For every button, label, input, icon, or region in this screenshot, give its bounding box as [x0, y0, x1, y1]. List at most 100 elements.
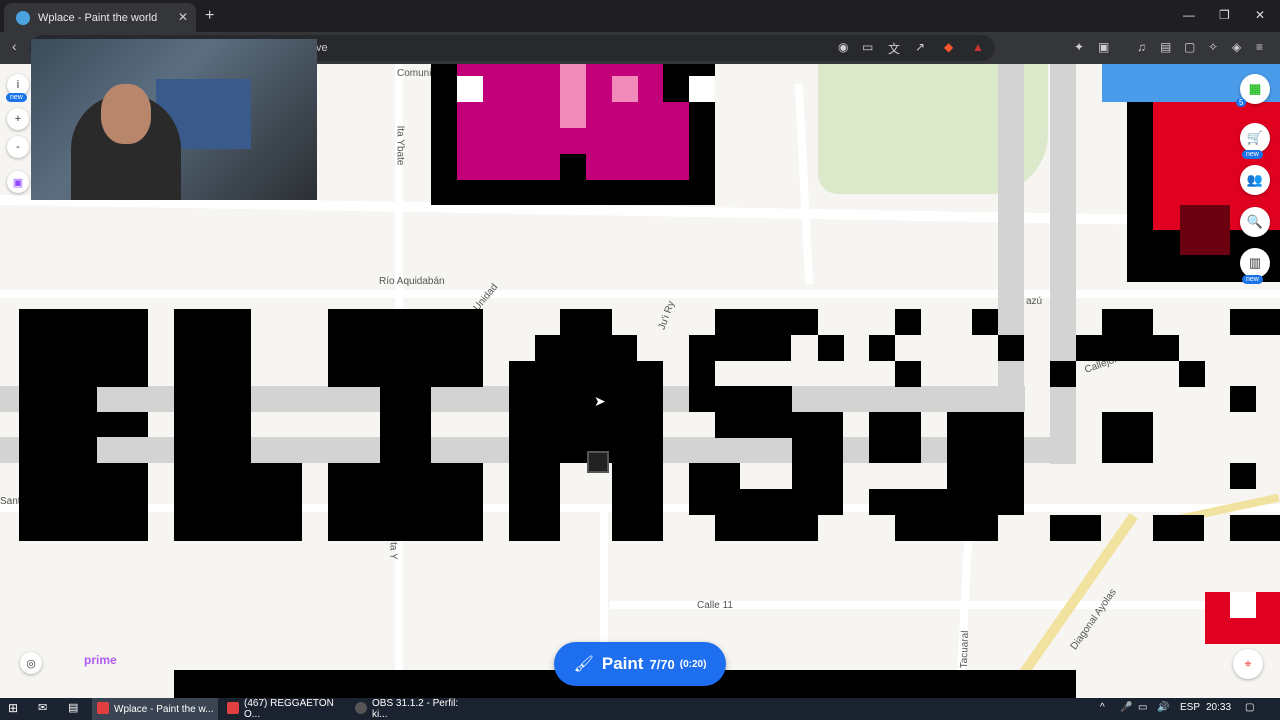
pixel-letter-a	[509, 463, 560, 541]
tab-close-icon[interactable]: ✕	[178, 10, 188, 24]
pixel-art-px	[560, 154, 586, 180]
new-tab-button[interactable]: +	[205, 7, 214, 25]
map-label: Sant	[0, 496, 21, 507]
pixel-art-px	[1230, 309, 1280, 335]
pixel-art-px	[1050, 361, 1076, 387]
alliance-button[interactable]: 👥	[1240, 165, 1270, 195]
tab-wplace[interactable]: Wplace - Paint the world ✕	[4, 3, 196, 32]
windows-start-icon[interactable]: ⊞	[8, 701, 18, 715]
leaderboard-button[interactable]: ▥	[1240, 248, 1270, 278]
share-icon[interactable]: ↗	[915, 40, 925, 54]
shop-button[interactable]: 🛒	[1240, 123, 1270, 153]
network-icon[interactable]: ▭	[1138, 702, 1147, 713]
paint-label: Paint	[601, 654, 644, 673]
taskbar-item-wplace[interactable]: Wplace - Paint the w...	[92, 698, 218, 720]
new-badge: new	[6, 93, 27, 102]
pixel-selector[interactable]	[587, 451, 609, 473]
pixel-art-px	[895, 515, 998, 541]
brave-rewards-icon[interactable]: ▲	[972, 40, 984, 54]
pixel-letter-i	[328, 463, 483, 541]
pixel-art-px	[560, 64, 586, 128]
zoom-out-button[interactable]: -	[7, 136, 29, 158]
taskbar-label: (467) REGGAETON O...	[244, 698, 334, 720]
pixel-art-px	[1153, 515, 1204, 541]
pixel-art-px	[1230, 463, 1256, 489]
pixel-art-px	[689, 76, 715, 102]
taskbar-label: Wplace - Paint the w...	[114, 703, 214, 715]
location-icon[interactable]: ◉	[838, 40, 848, 54]
pixel-art-px	[895, 309, 921, 335]
taskbar-item-obs[interactable]: OBS 31.1.2 - Perfil: ki...	[350, 698, 472, 720]
leaderboard-icon: ▥	[1248, 255, 1262, 270]
brave-icon	[97, 702, 109, 714]
microphone-icon[interactable]: 🎤	[1120, 702, 1132, 713]
mail-icon[interactable]: ✉	[38, 701, 47, 714]
pixel-art-px	[1050, 515, 1101, 541]
leo-icon[interactable]: ✧	[1208, 40, 1218, 54]
paint-button[interactable]: 🖌 Paint 7/70 (0:20)	[554, 642, 726, 686]
pixel-art-px	[431, 64, 457, 102]
notifications-icon[interactable]: ▢	[1245, 702, 1254, 713]
new-badge: new	[1242, 150, 1263, 159]
pixel-letter-a	[560, 309, 612, 335]
minimize-button[interactable]: —	[1183, 8, 1195, 22]
pixel-letter-l	[174, 309, 251, 541]
pixel-art-px	[1230, 515, 1280, 541]
pixel-letter-s	[689, 335, 791, 361]
webcam-overlay	[31, 39, 317, 200]
maximize-button[interactable]: ❐	[1219, 8, 1230, 22]
pixel-art-px	[869, 335, 895, 361]
pixel-art-px	[998, 335, 1024, 361]
windows-taskbar: ⊞ ✉ ▤ Wplace - Paint the w... (467) REGG…	[0, 698, 1280, 720]
pixel-letter-s	[715, 489, 818, 541]
cast-icon[interactable]: ▭	[862, 40, 873, 54]
pixel-art-darkred	[1180, 205, 1230, 255]
pixel-art-px	[1102, 412, 1153, 463]
pixel-letter-i	[328, 309, 483, 387]
zoom-in-button[interactable]: +	[7, 108, 29, 130]
translate-icon[interactable]: 文	[888, 40, 900, 57]
menu-icon[interactable]: ≡	[1256, 40, 1263, 54]
pixel-art-grey-band	[1050, 64, 1076, 464]
map-label: Calle 11	[697, 600, 733, 611]
sidebar-icon[interactable]: ▤	[1160, 40, 1171, 54]
avatar-icon: ▦	[1248, 81, 1262, 96]
wallet-icon[interactable]: ▢	[1184, 40, 1195, 54]
user-button[interactable]: ◎	[20, 652, 42, 674]
browser-tab-bar: Wplace - Paint the world ✕ + — ❐ ✕	[0, 0, 1280, 32]
face-in-video	[101, 84, 151, 144]
pixel-art-px	[818, 335, 844, 361]
pixel-letter-s	[715, 386, 792, 438]
new-badge: new	[1242, 275, 1263, 284]
volume-icon[interactable]: 🔊	[1157, 702, 1169, 713]
screenshot-icon[interactable]: ▣	[1098, 40, 1109, 54]
tab-title: Wplace - Paint the world	[38, 11, 158, 24]
taskbar-label: OBS 31.1.2 - Perfil: ki...	[372, 698, 459, 720]
files-icon[interactable]: ▤	[68, 701, 78, 714]
pixel-letter-a	[612, 463, 663, 541]
tray-chevron-icon[interactable]: ^	[1100, 702, 1105, 713]
music-icon[interactable]: ♫	[1137, 40, 1146, 54]
pixel-letter-e	[19, 309, 97, 541]
pixel-letter-a	[535, 335, 637, 361]
pixel-art-px	[1102, 309, 1153, 335]
vpn-icon[interactable]: ◈	[1232, 40, 1241, 54]
pixel-art-px	[1230, 386, 1256, 412]
user-icon: ◎	[26, 657, 36, 670]
extensions-icon[interactable]: ✦	[1074, 40, 1084, 54]
language-indicator[interactable]: ESP	[1180, 702, 1200, 713]
pixel-art-px	[972, 309, 998, 335]
window-close-button[interactable]: ✕	[1255, 8, 1265, 22]
pixel-art-px	[612, 76, 638, 102]
mouse-cursor-icon: ➤	[594, 393, 606, 409]
info-icon: i	[16, 79, 20, 91]
map-label: Tacuaral	[958, 630, 972, 669]
prime-logo: prime	[84, 653, 117, 667]
twitch-button[interactable]: ▣	[7, 171, 29, 193]
brave-shield-icon[interactable]: ◆	[944, 40, 953, 54]
taskbar-item-reggaeton[interactable]: (467) REGGAETON O...	[222, 698, 344, 720]
back-icon[interactable]: ‹	[12, 38, 17, 54]
locate-button[interactable]: ⌖	[1233, 649, 1263, 679]
clock[interactable]: 20:33	[1206, 702, 1231, 713]
search-button[interactable]: 🔍	[1240, 207, 1270, 237]
